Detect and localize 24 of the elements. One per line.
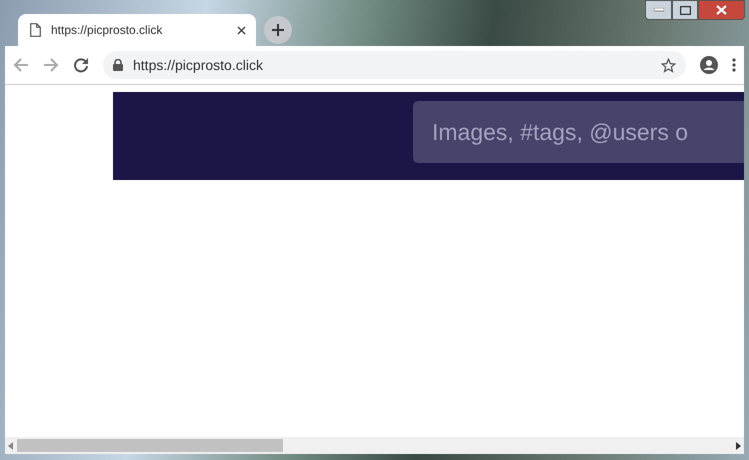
tab-title: https://picprosto.click xyxy=(51,22,164,39)
search-field[interactable]: Images, #tags, @users o xyxy=(413,101,744,163)
horizontal-scrollbar[interactable] xyxy=(5,437,744,454)
scroll-left-icon[interactable] xyxy=(8,442,13,450)
scroll-thumb[interactable] xyxy=(17,439,283,452)
maximize-button[interactable] xyxy=(672,0,698,20)
close-icon xyxy=(716,5,727,15)
close-button[interactable] xyxy=(698,0,745,20)
address-bar[interactable]: https://picprosto.click xyxy=(103,51,686,79)
scroll-right-icon[interactable] xyxy=(736,442,741,450)
browser-tab[interactable]: https://picprosto.click xyxy=(18,14,256,46)
star-icon[interactable] xyxy=(661,58,676,72)
minimize-button[interactable] xyxy=(645,0,672,20)
close-icon[interactable] xyxy=(237,26,246,34)
url-text: https://picprosto.click xyxy=(133,56,264,75)
reload-icon[interactable] xyxy=(73,57,89,73)
new-tab-button[interactable] xyxy=(264,16,292,44)
maximize-icon xyxy=(680,6,690,14)
account-icon[interactable] xyxy=(700,56,718,74)
menu-icon[interactable] xyxy=(732,58,736,72)
lock-icon xyxy=(113,59,123,71)
plus-icon xyxy=(271,23,285,37)
page-icon xyxy=(30,23,41,37)
minimize-icon xyxy=(654,8,664,12)
